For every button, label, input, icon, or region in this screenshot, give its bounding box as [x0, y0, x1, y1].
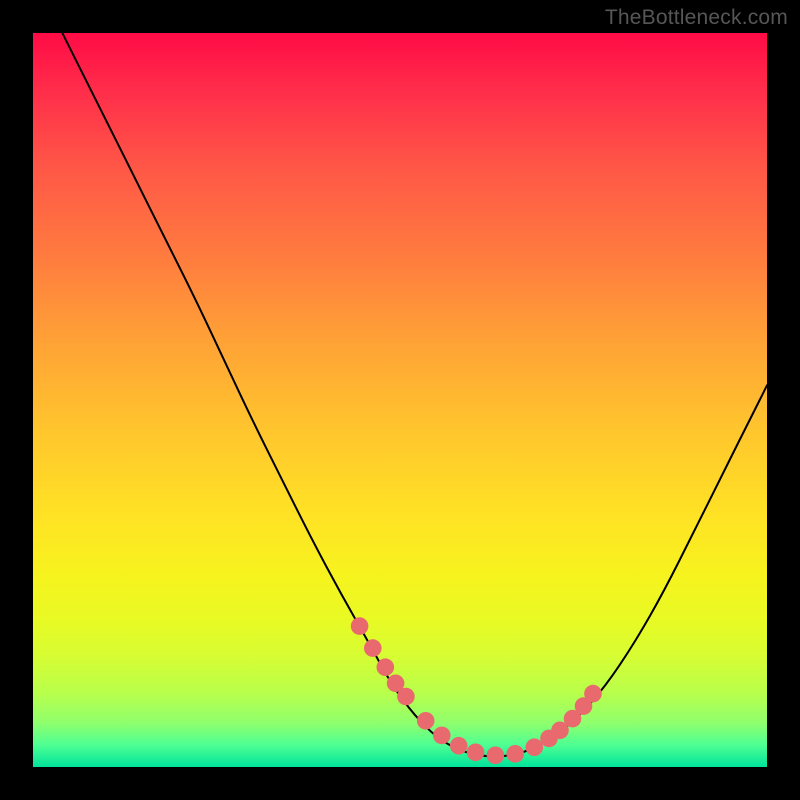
highlight-dots — [351, 617, 602, 764]
highlight-dot — [450, 737, 468, 755]
plot-area — [33, 33, 767, 767]
chart-svg — [33, 33, 767, 767]
highlight-dot — [433, 727, 451, 745]
highlight-dot — [417, 712, 435, 730]
chart-frame: TheBottleneck.com — [0, 0, 800, 800]
highlight-dot — [364, 639, 382, 657]
highlight-dot — [526, 738, 544, 756]
highlight-dot — [351, 617, 369, 635]
bottleneck-curve — [55, 18, 767, 756]
highlight-dot — [397, 688, 415, 706]
highlight-dot — [487, 747, 505, 765]
highlight-dot — [467, 744, 485, 762]
highlight-dot — [377, 658, 395, 676]
watermark-text: TheBottleneck.com — [605, 6, 788, 30]
highlight-dot — [506, 745, 524, 763]
highlight-dot — [584, 685, 602, 703]
